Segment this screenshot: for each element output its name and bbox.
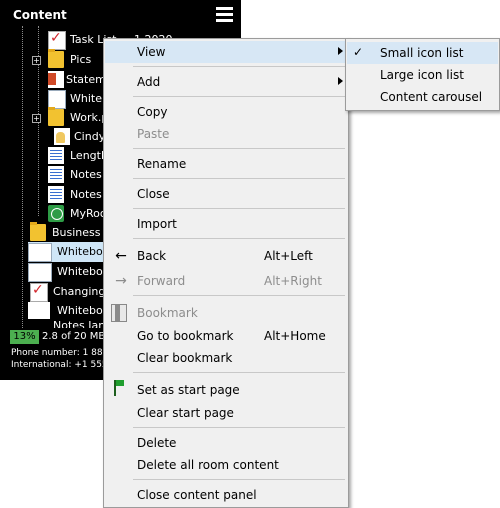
menu-item-copy[interactable]: Copy [105,101,347,123]
whiteboard-icon [28,263,52,282]
folder-icon [30,222,46,241]
menu-item-label: Delete [137,436,177,450]
menu-item-rename[interactable]: Rename [105,153,347,175]
menu-item-label: Close content panel [137,488,257,502]
tree-guide-line [22,26,23,248]
whiteboard-icon [28,302,50,319]
checklist-icon [48,30,66,50]
menu-separator [133,295,345,296]
whiteboard-icon [28,243,52,262]
bookmark-icon [111,304,127,322]
submenu-arrow-icon [338,47,343,55]
menu-item-delete[interactable]: Delete [105,432,347,454]
menu-item-label: Paste [137,127,170,141]
flag-icon [114,380,124,396]
menu-separator [133,427,345,428]
presentation-icon [48,71,64,88]
tree-item-label: Notes [70,168,102,181]
menu-item-label: Delete all room content [137,458,279,472]
international-number: International: +1 555 [11,360,108,370]
document-icon [48,147,64,164]
phone-number: Phone number: 1 888 [11,348,109,358]
menu-item-forward: → Forward Alt+Right [105,270,347,292]
menu-item-add[interactable]: Add [105,71,347,93]
menu-item-label: Bookmark [137,306,198,320]
menu-item-shortcut: Alt+Left [264,249,313,263]
menu-item-view[interactable]: View [105,41,347,63]
person-icon [54,128,70,145]
submenu-item-label: Small icon list [380,46,464,60]
menu-separator [133,479,345,480]
menu-item-label: Rename [137,157,187,171]
menu-separator [133,208,345,209]
menu-item-label: Forward [137,274,186,288]
menu-separator [133,66,345,67]
menu-item-label: Import [137,217,177,231]
tree-item-label: Pics [70,53,92,66]
storage-usage-percent: 13% [10,330,39,344]
globe-icon [48,205,64,222]
submenu-arrow-icon [338,77,343,85]
storage-usage-size: 2.8 of 20 MB [42,331,106,342]
menu-item-close[interactable]: Close [105,183,347,205]
submenu-item-content-carousel[interactable]: Content carousel [347,86,498,108]
menu-item-shortcut: Alt+Home [264,329,326,343]
tree-item-label: MyRoo [70,207,107,220]
back-arrow-icon: ← [115,248,127,264]
menu-item-label: Back [137,249,167,263]
submenu-item-small-icon-list[interactable]: ✓ Small icon list [347,42,498,64]
tree-item-label: Notes [70,188,102,201]
menu-item-clear-bookmark[interactable]: Clear bookmark [105,347,347,369]
view-submenu: ✓ Small icon list Large icon list Conten… [345,38,500,111]
submenu-item-large-icon-list[interactable]: Large icon list [347,64,498,86]
context-menu: View Add Copy Paste Rename Close Import … [103,38,349,508]
menu-item-label: Add [137,75,161,89]
notes-icon [48,186,64,203]
tree-guide-line [22,248,23,328]
menu-separator [133,96,345,97]
menu-item-label: Copy [137,105,168,119]
folder-icon [48,107,64,126]
menu-separator [133,238,345,239]
panel-title: Content [13,8,67,22]
checkmark-icon: ✓ [353,45,364,59]
submenu-item-label: Large icon list [380,68,464,82]
menu-item-back[interactable]: ← Back Alt+Left [105,245,347,267]
menu-item-set-start-page[interactable]: Set as start page [105,379,347,401]
tree-item-label: Changing [53,285,106,298]
menu-item-label: View [137,45,166,59]
menu-separator [133,178,345,179]
forward-arrow-icon: → [115,273,127,289]
hamburger-menu-icon[interactable] [216,7,233,22]
menu-item-label: Clear start page [137,406,234,420]
tree-item-label: Whitebo [57,245,103,258]
tree-item-label: Business [52,226,101,239]
checklist-icon [30,282,48,302]
menu-item-paste: Paste [105,123,347,145]
menu-separator [133,148,345,149]
notes-icon [48,166,64,183]
tree-item-label: Whitebo [57,304,103,317]
menu-item-shortcut: Alt+Right [264,274,322,288]
menu-item-bookmark: Bookmark [105,302,347,324]
menu-item-label: Clear bookmark [137,351,233,365]
menu-item-label: Go to bookmark [137,329,234,343]
menu-item-close-content-panel[interactable]: Close content panel [105,484,347,506]
menu-item-clear-start-page[interactable]: Clear start page [105,402,347,424]
menu-item-import[interactable]: Import [105,213,347,235]
folder-icon [48,49,64,68]
menu-item-delete-all[interactable]: Delete all room content [105,454,347,476]
tree-item-label: Cindy [74,130,106,143]
tree-item-label: Statem [66,73,106,86]
submenu-item-label: Content carousel [380,90,483,104]
tree-item-label: Whitebo [57,265,103,278]
menu-item-go-to-bookmark[interactable]: Go to bookmark Alt+Home [105,325,347,347]
menu-item-label: Close [137,187,170,201]
menu-item-label: Set as start page [137,383,240,397]
menu-separator [133,372,345,373]
tree-item-label: Notes Jan [53,320,106,328]
